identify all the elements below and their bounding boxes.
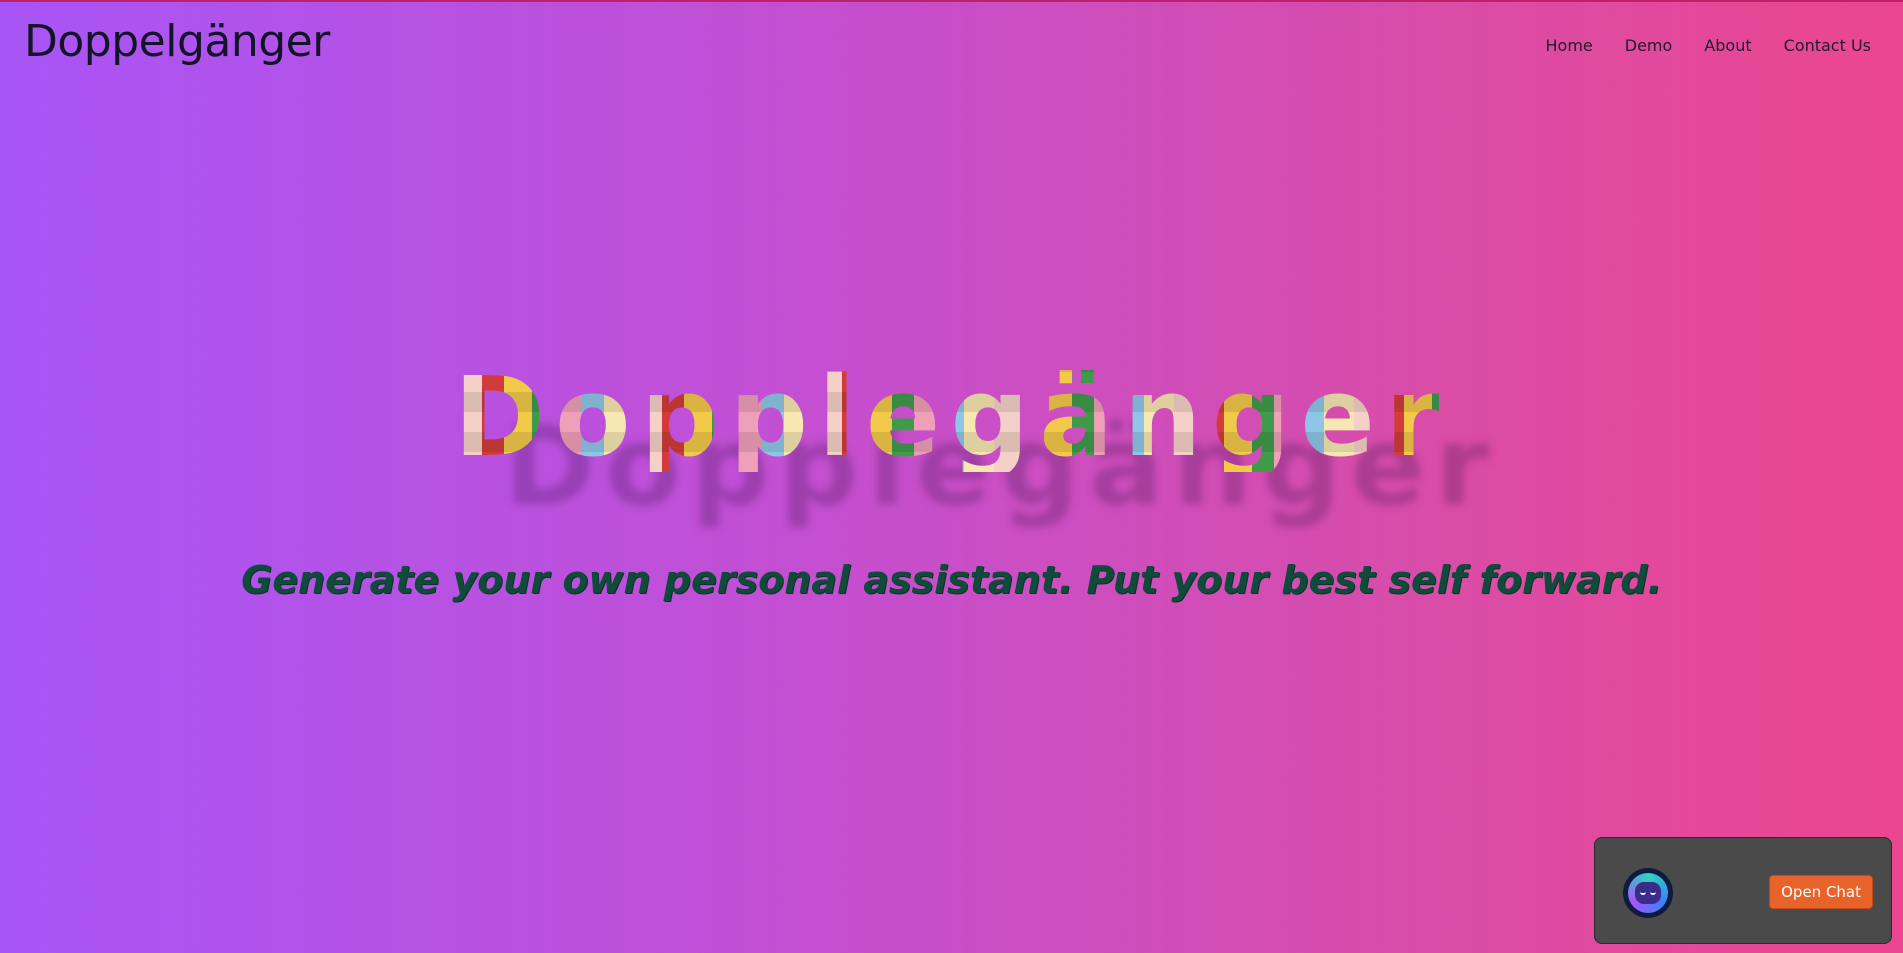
chatbot-face (1635, 882, 1661, 904)
chat-widget: Open Chat (1594, 837, 1892, 944)
chatbot-left-eye (1640, 889, 1646, 895)
hero-title: Dopplegänger (453, 353, 1450, 481)
chatbot-right-eye (1650, 889, 1656, 895)
open-chat-button[interactable]: Open Chat (1769, 875, 1873, 909)
nav-link-about[interactable]: About (1704, 36, 1751, 55)
hero-tagline: Generate your own personal assistant. Pu… (241, 558, 1662, 602)
chatbot-face-icon[interactable] (1623, 868, 1673, 918)
chatbot-avatar-ring (1628, 873, 1668, 913)
nav-link-contact-us[interactable]: Contact Us (1784, 36, 1871, 55)
nav-link-home[interactable]: Home (1546, 36, 1593, 55)
nav-links: Home Demo About Contact Us (1546, 36, 1872, 55)
brand-logo-text[interactable]: Doppelgänger (24, 16, 330, 67)
top-navbar: Doppelgänger Home Demo About Contact Us (0, 2, 1903, 92)
hero-title-section: Dopplegänger Dopplegänger (0, 353, 1903, 530)
nav-link-demo[interactable]: Demo (1625, 36, 1673, 55)
